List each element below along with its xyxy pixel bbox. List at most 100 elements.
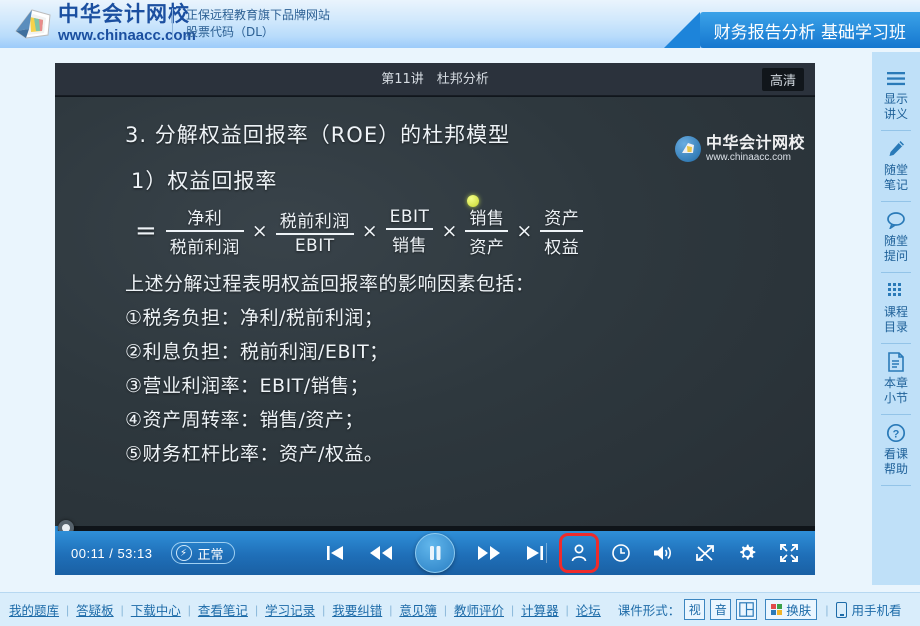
sidebar-separator [881,485,911,486]
quality-badge[interactable]: 高清 [761,68,804,91]
slide-bullet-5: ⑤财务杠杆比率：资产/权益。 [125,443,384,465]
skip-next-icon [527,546,543,560]
fullscreen-button[interactable] [777,541,801,565]
course-title-text: 财务报告分析 基础学习班 [713,22,906,43]
rewind-button[interactable] [369,541,393,565]
lecture-title: 第11讲 杜邦分析 [381,72,489,87]
fraction-2-numerator: 税前利润 [279,211,350,232]
sidebar-item-summary-label2: 小节 [883,391,908,405]
header-divider [172,8,173,40]
fraction-1-denominator: 税前利润 [169,238,240,258]
slide-area[interactable]: 中华会计网校 www.chinaacc.com 3. 分解权益回报率（ROE）的… [55,97,815,541]
slide-bullet-3: ③营业利润率：EBIT/销售； [125,375,370,397]
fraction-4-numerator: 销售 [469,209,505,229]
controls-separator [546,543,547,563]
split-layout-icon [739,602,755,617]
bottom-link-mobile[interactable]: 用手机看 [851,600,908,619]
sidebar-item-summary[interactable]: 本章 小节 [873,344,919,414]
bottom-link-calculator[interactable]: 计算器 [514,600,566,619]
fraction-1: 净利 税前利润 [165,203,244,259]
clock-icon [612,544,630,562]
document-icon [887,351,905,373]
sidebar-item-notes-label1: 随堂 [883,163,908,177]
sidebar-item-handout[interactable]: 显示 讲义 [873,60,919,130]
transport-controls [323,533,547,573]
formula-equals: = [135,216,157,246]
skip-previous-icon [327,546,343,560]
rewind-icon [370,546,392,560]
bottom-toolbar: 我的题库 | 答疑板 | 下载中心 | 查看笔记 | 学习记录 | 我要纠错 |… [0,592,920,626]
fraction-3: EBIT 销售 [385,206,434,257]
bottom-link-report-error[interactable]: 我要纠错 [325,600,389,619]
bottom-link-question-bank[interactable]: 我的题库 [2,600,66,619]
fraction-5-denominator: 权益 [544,238,580,258]
bottom-link-forum[interactable]: 论坛 [569,600,608,619]
player-titlebar: 第11讲 杜邦分析 高清 [55,63,815,96]
grid-icon [887,280,905,302]
formula-times-1: × [251,220,268,242]
color-palette-icon [771,604,783,615]
laser-pointer-icon [467,195,479,207]
formula-times-2: × [361,220,378,242]
fraction-4-denominator: 资产 [469,238,505,258]
chat-icon [886,209,906,231]
help-icon: ? [886,422,906,444]
site-logo[interactable]: 中华会计网校 www.chinaacc.com [12,4,196,43]
fraction-1-numerator: 净利 [187,209,223,229]
sidebar-item-questions-label1: 随堂 [883,234,908,248]
fast-forward-button[interactable] [477,541,501,565]
bottom-link-view-notes[interactable]: 查看笔记 [191,600,255,619]
slide-bullet-2: ②利息负担：税前利润/EBIT； [125,341,389,363]
bottom-link-study-record[interactable]: 学习记录 [258,600,322,619]
fraction-2: 税前利润 EBIT [275,206,354,257]
svg-text:?: ? [893,429,900,441]
split-view-button[interactable] [736,599,758,620]
video-player: 第11讲 杜邦分析 高清 中华会计网校 www.chinaacc.com 3. … [55,63,815,575]
pause-button[interactable] [415,533,455,573]
bottom-link-feedback[interactable]: 意见簿 [392,600,444,619]
user-account-button[interactable] [559,533,599,573]
pencil-icon [886,138,906,160]
fraction-2-denominator: EBIT [294,235,335,256]
time-separator: / [109,545,114,561]
change-skin-button[interactable]: 换肤 [765,599,818,620]
speed-label: 正常 [197,547,224,563]
header-subtitle-line2: 股票代码（DL） [186,25,274,39]
fraction-3-denominator: 销售 [392,235,428,256]
playback-speed-button[interactable]: ⚡ 正常 [170,542,235,564]
format-audio-button[interactable]: 音 [710,599,732,620]
sidebar-item-catalog-label2: 目录 [883,320,908,334]
course-title-tab[interactable]: 财务报告分析 基础学习班 [663,12,920,48]
player-utility-controls [544,533,801,573]
bottom-link-download-center[interactable]: 下载中心 [124,600,188,619]
fraction-5-numerator: 资产 [544,209,580,229]
fast-forward-icon [478,546,500,560]
sidebar-item-notes-label2: 笔记 [883,178,908,192]
person-icon [571,544,587,562]
bottom-link-qa-board[interactable]: 答疑板 [69,600,121,619]
speed-icon: ⚡ [175,545,192,561]
sidebar-item-handout-label2: 讲义 [883,107,908,121]
settings-button[interactable] [735,541,759,565]
sidebar-item-catalog-label1: 课程 [883,305,908,319]
sidebar-item-catalog[interactable]: 课程 目录 [873,273,919,343]
formula-times-4: × [516,220,533,242]
slide-bullet-1: ①税务负担：净利/税前利润； [125,307,384,329]
bottom-link-teacher-rating[interactable]: 教师评价 [447,600,511,619]
slide-heading-1: 3. 分解权益回报率（ROE）的杜邦模型 [125,123,511,147]
player-controls: 00:11 / 53:13 ⚡ 正常 [55,531,815,575]
sidebar-item-help-label1: 看课 [883,447,908,461]
volume-button[interactable] [651,541,675,565]
roe-formula: = 净利 税前利润 × 税前利润 EBIT × EBIT 销售 × 销售 资产 … [135,195,795,259]
change-skin-label: 换肤 [786,603,812,618]
format-video-button[interactable]: 视 [684,599,706,620]
sidebar-item-notes[interactable]: 随堂 笔记 [873,131,919,201]
pause-icon [430,546,441,560]
history-button[interactable] [609,541,633,565]
time-display: 00:11 / 53:13 [71,546,153,561]
previous-lecture-button[interactable] [323,541,347,565]
logo-title-cn: 中华会计网校 [58,2,190,26]
sidebar-item-questions[interactable]: 随堂 提问 [873,202,919,272]
sidebar-item-help[interactable]: ? 看课 帮助 [873,415,919,485]
shuffle-button[interactable] [693,541,717,565]
